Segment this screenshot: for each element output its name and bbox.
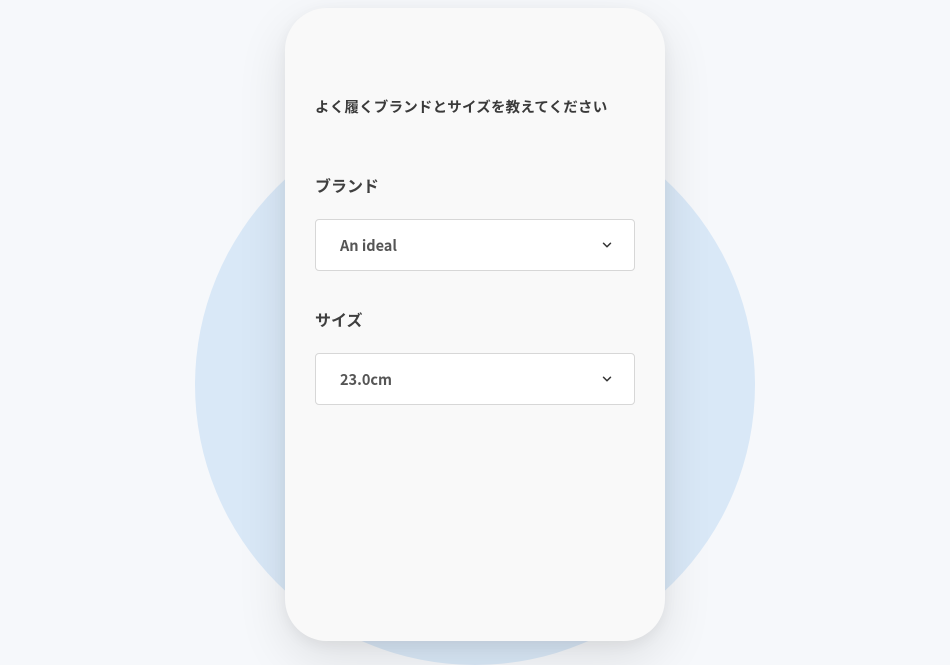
size-select[interactable]: 23.0cm xyxy=(315,353,635,405)
form-heading: よく履くブランドとサイズを教えてください xyxy=(315,96,635,117)
brand-select-value: An ideal xyxy=(340,235,397,256)
size-label: サイズ xyxy=(315,307,635,331)
phone-mockup: よく履くブランドとサイズを教えてください ブランド An ideal サイズ 2… xyxy=(285,8,665,641)
size-select-value: 23.0cm xyxy=(340,369,392,390)
brand-select[interactable]: An ideal xyxy=(315,219,635,271)
brand-label: ブランド xyxy=(315,173,635,197)
chevron-down-icon xyxy=(600,372,614,386)
chevron-down-icon xyxy=(600,238,614,252)
